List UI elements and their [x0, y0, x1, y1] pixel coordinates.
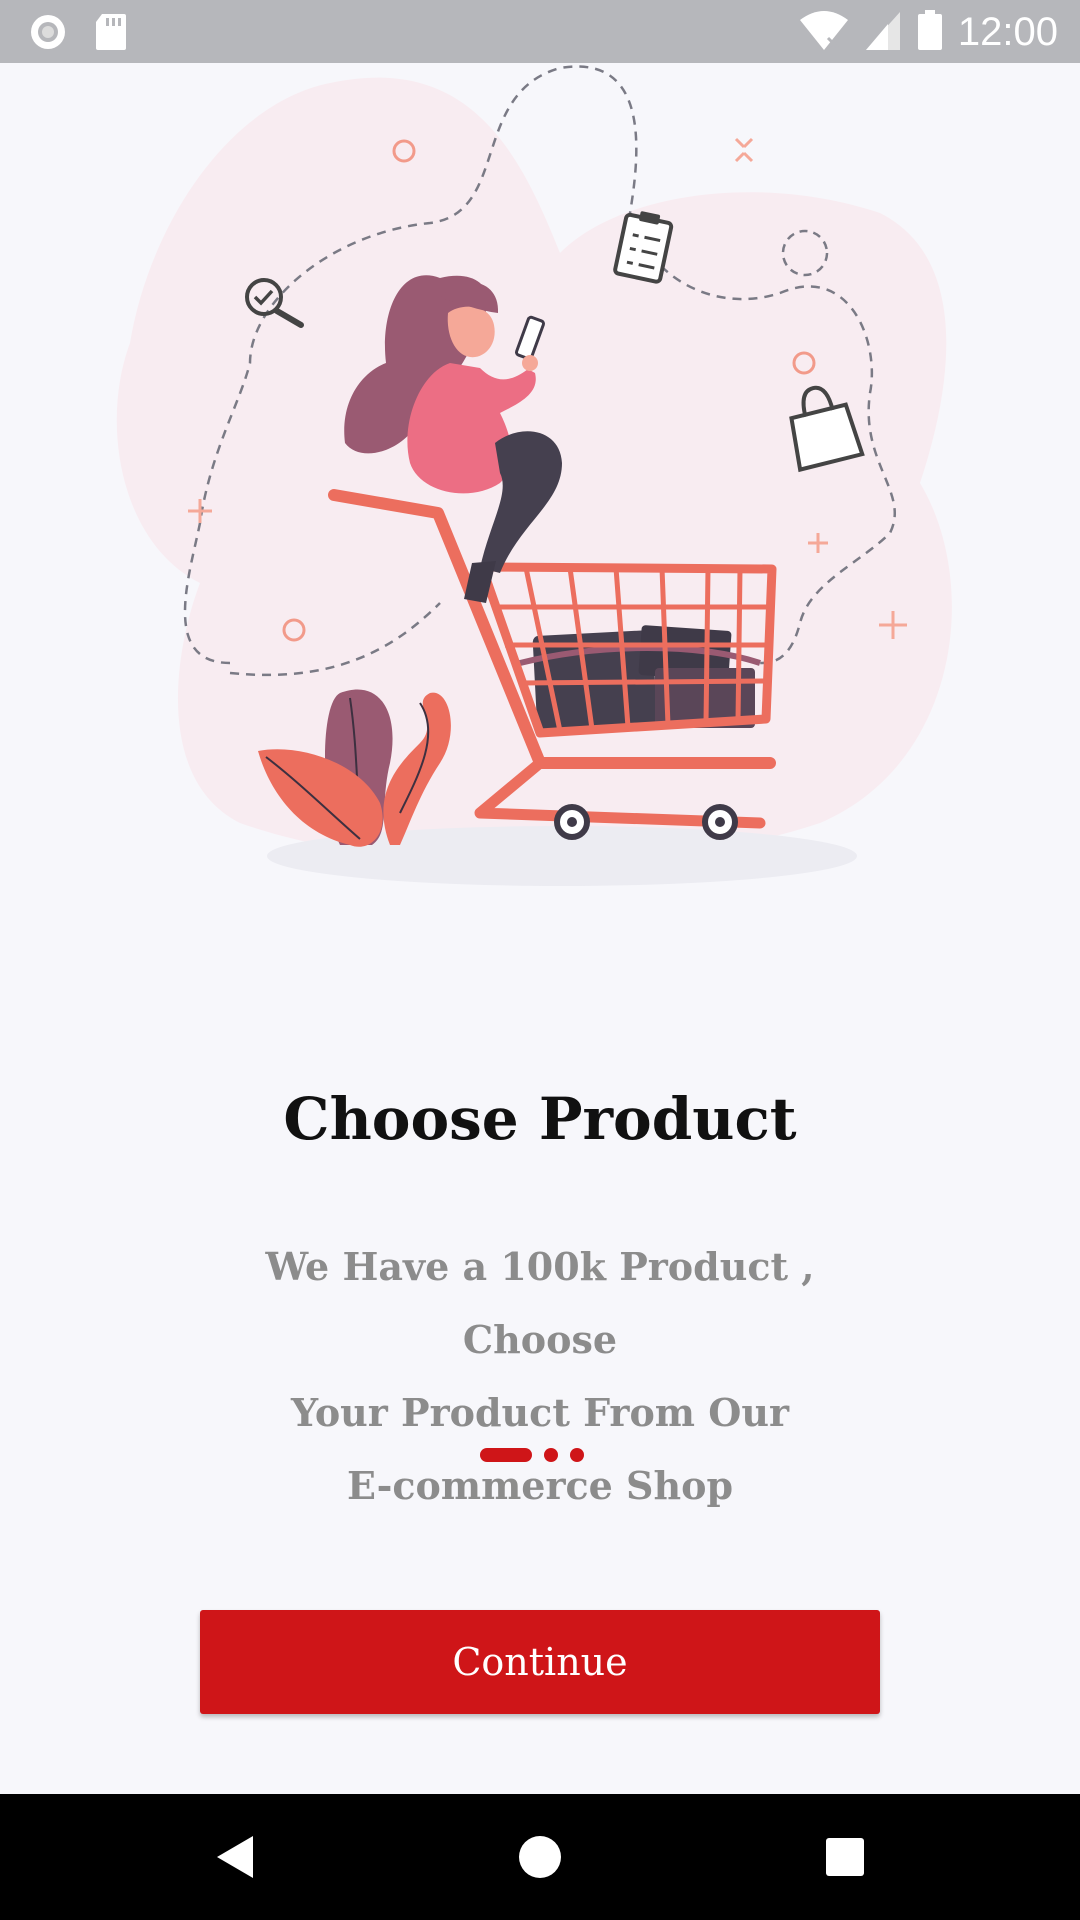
home-icon	[519, 1836, 561, 1878]
back-icon	[217, 1836, 253, 1878]
battery-icon	[916, 8, 944, 56]
navigation-bar	[0, 1794, 1080, 1920]
shopping-illustration	[0, 63, 1080, 923]
continue-button[interactable]: Continue	[200, 1610, 880, 1714]
signal-icon	[864, 8, 902, 56]
record-icon	[28, 12, 68, 56]
sd-card-icon	[94, 12, 128, 56]
description-line: We Have a 100k Product , Choose	[265, 1244, 815, 1362]
recents-button[interactable]	[785, 1794, 905, 1920]
home-button[interactable]	[480, 1794, 600, 1920]
wifi-icon	[798, 8, 850, 56]
status-bar: 12:00	[0, 0, 1080, 63]
back-button[interactable]	[175, 1794, 295, 1920]
description-text: We Have a 100k Product , Choose Your Pro…	[230, 1230, 850, 1522]
page-dot	[570, 1448, 584, 1462]
page-dot-active	[480, 1448, 532, 1462]
status-time: 12:00	[957, 10, 1058, 54]
description-line: Your Product From Our	[291, 1390, 789, 1435]
page-indicator	[480, 1448, 584, 1462]
page-dot	[544, 1448, 558, 1462]
page-title: Choose Product	[283, 1085, 797, 1153]
recents-icon	[826, 1838, 864, 1876]
